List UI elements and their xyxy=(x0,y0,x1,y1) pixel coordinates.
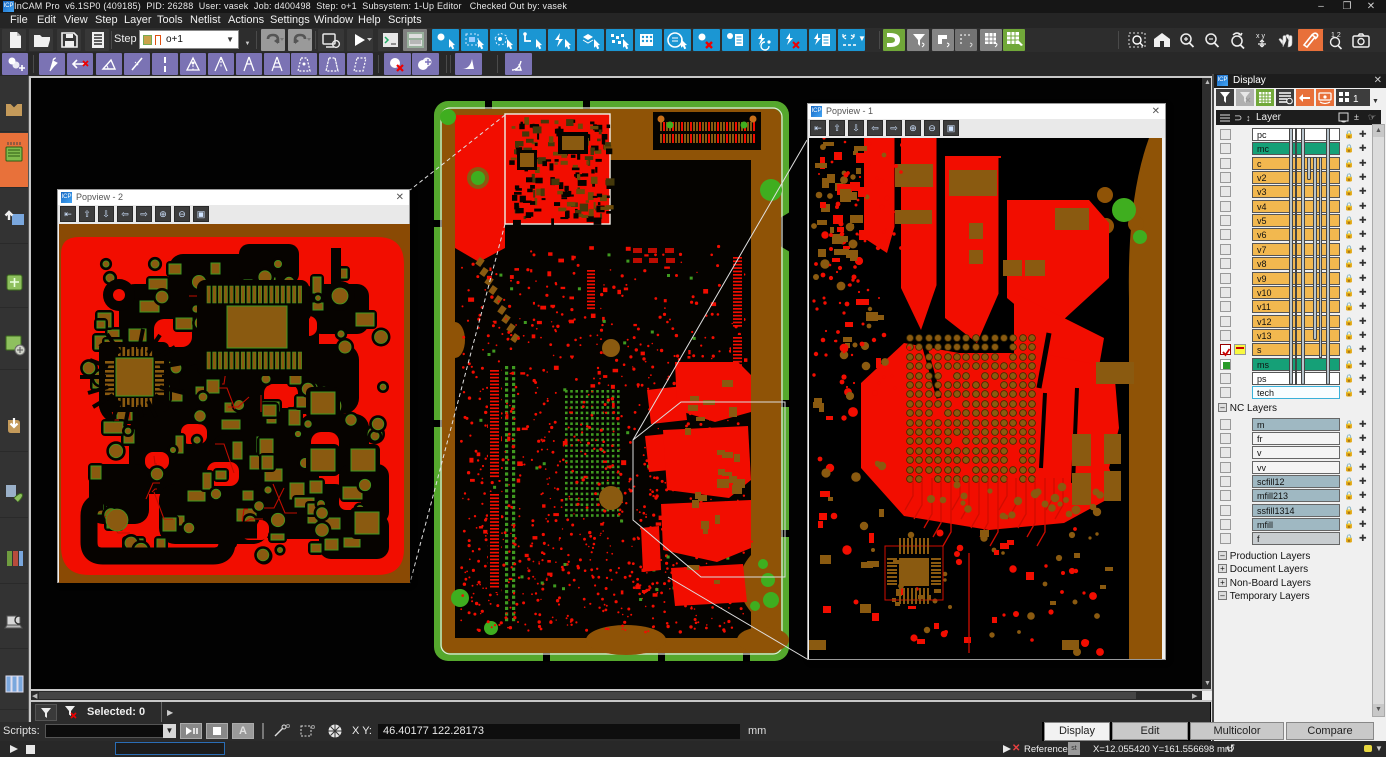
svg-text:x y: x y xyxy=(1256,33,1265,40)
svg-text:▼: ▼ xyxy=(858,34,865,43)
svg-text:1: 1 xyxy=(1353,94,1359,105)
